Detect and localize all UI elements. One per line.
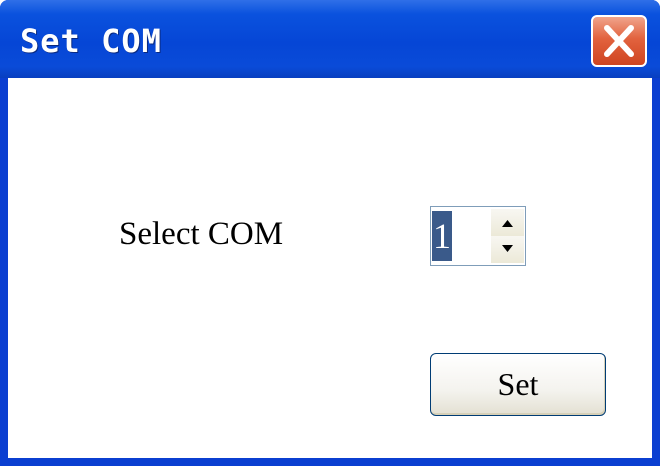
select-com-label: Select COM — [119, 216, 284, 252]
close-button[interactable] — [591, 15, 647, 67]
spin-down-button[interactable] — [491, 236, 524, 263]
dialog-body: Select COM 1 Set — [8, 78, 652, 458]
title-bar[interactable]: Set COM — [0, 0, 660, 78]
dialog-window: Set COM Select COM 1 Set — [0, 0, 660, 466]
set-button[interactable]: Set — [430, 353, 606, 416]
com-spinbox[interactable]: 1 — [430, 206, 526, 266]
com-value-input[interactable]: 1 — [432, 211, 452, 261]
arrow-down-icon — [502, 245, 513, 252]
close-icon — [604, 25, 634, 57]
window-title: Set COM — [20, 22, 162, 60]
arrow-up-icon — [502, 220, 513, 227]
spin-up-button[interactable] — [491, 209, 524, 236]
